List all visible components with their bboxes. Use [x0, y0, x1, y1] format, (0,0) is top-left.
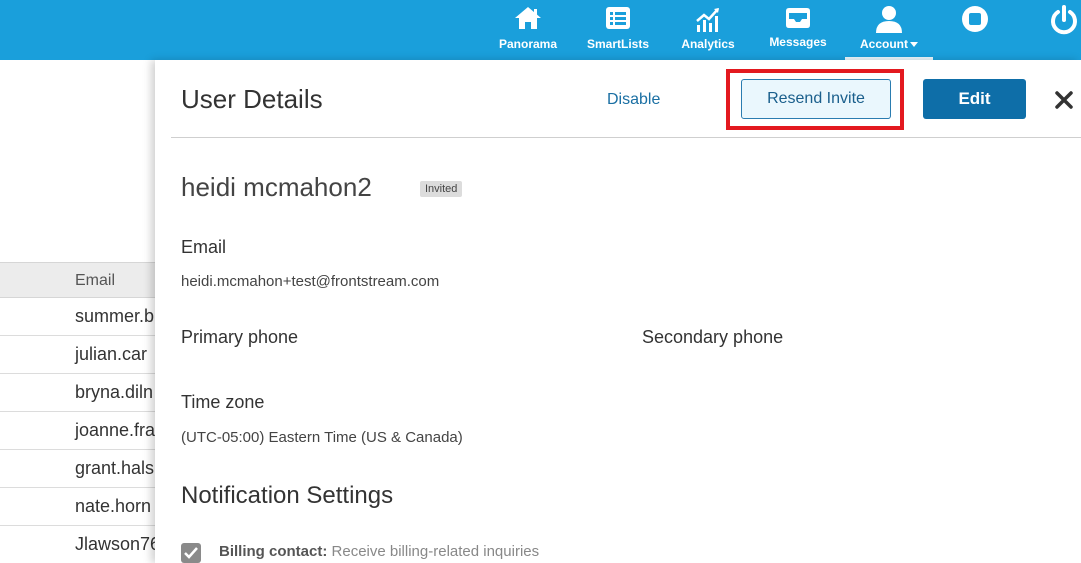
stop-icon	[960, 5, 990, 40]
nav-panorama[interactable]: Panorama	[493, 0, 563, 60]
nav-smartlists[interactable]: SmartLists	[583, 0, 653, 60]
edit-button[interactable]: Edit	[923, 79, 1026, 119]
user-name: heidi mcmahon2	[181, 172, 372, 202]
header-divider	[171, 137, 1081, 138]
stop-button[interactable]	[958, 0, 992, 60]
billing-contact-description: Receive billing-related inquiries	[331, 543, 540, 560]
secondary-phone-label: Secondary phone	[642, 327, 784, 347]
billing-contact-label: Billing contact: Receive billing-related…	[219, 543, 539, 560]
nav-analytics[interactable]: Analytics	[673, 0, 743, 60]
timezone-label: Time zone	[181, 392, 265, 412]
user-icon	[874, 5, 904, 38]
chevron-down-icon	[910, 42, 918, 48]
close-icon[interactable]	[1053, 89, 1075, 111]
billing-contact-checkbox[interactable]	[181, 543, 201, 563]
nav-messages-label: Messages	[769, 35, 827, 49]
email-value: heidi.mcmahon+test@frontstream.com	[181, 273, 440, 290]
resend-invite-button[interactable]: Resend Invite	[741, 79, 891, 119]
status-badge: Invited	[420, 181, 463, 197]
table-row[interactable]: joanne.fra	[0, 412, 160, 450]
nav-account-label: Account	[845, 37, 933, 51]
timezone-value: (UTC-05:00) Eastern Time (US & Canada)	[181, 429, 463, 446]
table-row[interactable]: julian.car	[0, 336, 160, 374]
user-details-drawer: User Details Disable Resend Invite Edit …	[155, 60, 1081, 563]
email-label: Email	[181, 237, 227, 257]
list-icon	[604, 5, 632, 36]
nav-account-text: Account	[860, 37, 908, 51]
users-table: Email summer.b julian.car bryna.diln joa…	[0, 262, 160, 563]
table-row[interactable]: summer.b	[0, 298, 160, 336]
billing-contact-title: Billing contact:	[219, 543, 328, 560]
nav-analytics-label: Analytics	[681, 37, 735, 51]
power-icon	[1048, 5, 1080, 42]
table-row[interactable]: nate.horn	[0, 488, 160, 526]
table-row[interactable]: grant.hals	[0, 450, 160, 488]
table-header-email[interactable]: Email	[0, 262, 160, 298]
drawer-title: User Details	[181, 84, 323, 114]
table-row[interactable]: Jlawson76	[0, 526, 160, 563]
nav-smartlists-label: SmartLists	[586, 37, 650, 51]
home-icon	[513, 5, 543, 36]
nav-messages[interactable]: Messages	[763, 0, 833, 60]
nav-account[interactable]: Account	[845, 0, 933, 60]
primary-phone-label: Primary phone	[181, 327, 299, 347]
nav-panorama-label: Panorama	[498, 37, 558, 51]
notification-settings-title: Notification Settings	[181, 482, 394, 509]
analytics-icon	[694, 5, 722, 38]
table-row[interactable]: bryna.diln	[0, 374, 160, 412]
top-nav-bar: Panorama SmartLists Analytics Messages A…	[0, 0, 1081, 60]
disable-button[interactable]: Disable	[607, 91, 660, 109]
check-icon	[184, 547, 198, 559]
power-button[interactable]	[1046, 0, 1081, 60]
inbox-icon	[783, 5, 813, 36]
